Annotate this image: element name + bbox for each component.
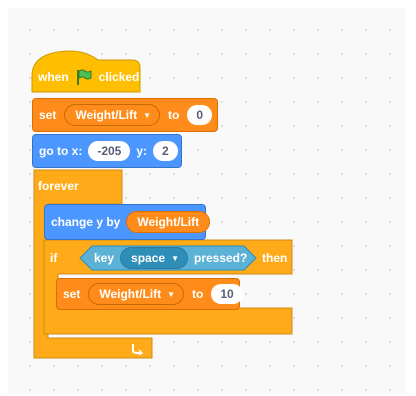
go-to-xy-block[interactable]: go to x: -205 y: 2	[32, 134, 182, 168]
to-label: to	[168, 108, 180, 122]
loop-arrow-icon	[130, 340, 146, 356]
green-flag-icon	[76, 69, 92, 85]
go-to-x-label: go to x:	[39, 144, 83, 158]
change-y-label: change y by	[51, 215, 121, 229]
forever-text: forever	[38, 179, 79, 193]
if-label: if	[50, 250, 57, 266]
change-y-block[interactable]: change y by Weight/Lift	[44, 204, 211, 240]
then-text: then	[262, 251, 288, 265]
then-label: then	[262, 250, 287, 266]
key-value: space	[131, 251, 166, 265]
value-input[interactable]: 0	[187, 105, 213, 125]
x-input[interactable]: -205	[88, 141, 131, 161]
variable-dropdown[interactable]: Weight/Lift ▼	[88, 283, 185, 305]
value-input[interactable]: 10	[211, 284, 243, 304]
set-label: set	[39, 108, 57, 122]
key-pressed-condition[interactable]: key space ▼ pressed?	[94, 247, 247, 269]
if-text: if	[50, 251, 58, 265]
y-label: y:	[136, 144, 148, 158]
to-label: to	[192, 287, 204, 301]
variable-name: Weight/Lift	[99, 287, 162, 301]
dropdown-arrow-icon: ▼	[143, 110, 152, 120]
key-label: key	[94, 251, 115, 265]
dropdown-arrow-icon: ▼	[171, 253, 179, 263]
pressed-label: pressed?	[193, 251, 248, 265]
clicked-label: clicked	[98, 70, 140, 84]
forever-label: forever	[38, 176, 79, 196]
dropdown-arrow-icon: ▼	[167, 289, 176, 299]
when-label: when	[38, 70, 69, 84]
set-variable-inner-block[interactable]: set Weight/Lift ▼ to 10	[56, 278, 243, 310]
variable-name: Weight/Lift	[75, 108, 138, 122]
weight-lift-reporter[interactable]: Weight/Lift	[126, 211, 211, 233]
when-flag-clicked-block[interactable]: when clicked	[34, 62, 139, 92]
key-dropdown[interactable]: space ▼	[120, 247, 188, 269]
variable-dropdown[interactable]: Weight/Lift ▼	[64, 104, 161, 126]
set-variable-block[interactable]: set Weight/Lift ▼ to 0	[32, 98, 218, 132]
set-label: set	[63, 287, 81, 301]
forever-block-shape[interactable]	[0, 0, 416, 396]
y-input[interactable]: 2	[153, 141, 178, 161]
